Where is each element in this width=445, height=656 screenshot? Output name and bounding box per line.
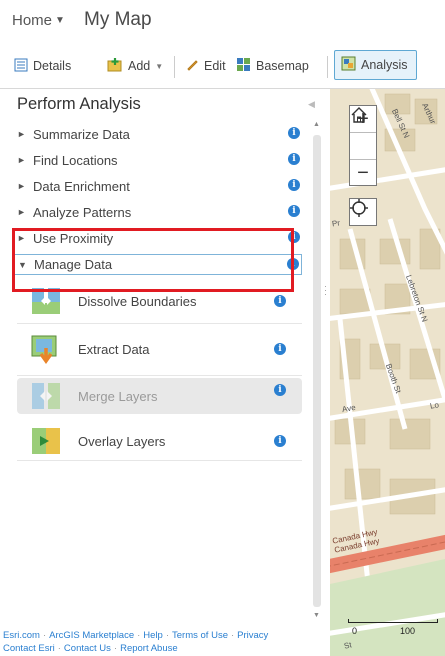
scale-start-label: 0 xyxy=(352,626,358,636)
caret-down-icon: ▼ xyxy=(155,61,164,71)
category-manage-data[interactable]: ▼ Manage Data i xyxy=(14,254,302,275)
scale-end-label: 100 xyxy=(400,626,416,636)
info-icon[interactable]: i xyxy=(288,127,300,139)
tool-label: Dissolve Boundaries xyxy=(78,293,197,309)
edit-label: Edit xyxy=(204,59,226,73)
footer-link-marketplace[interactable]: ArcGIS Marketplace xyxy=(49,630,134,641)
tool-divider xyxy=(17,323,302,324)
details-label: Details xyxy=(33,59,72,73)
locate-button[interactable] xyxy=(349,198,377,226)
category-label: Use Proximity xyxy=(33,230,114,246)
tool-overlay-layers[interactable]: Overlay Layers i xyxy=(17,421,302,461)
street-label: Lo xyxy=(429,400,440,411)
pencil-icon xyxy=(186,58,199,74)
tool-label: Overlay Layers xyxy=(78,433,166,449)
basemap-button[interactable]: Basemap xyxy=(236,52,309,80)
zoom-controls: + − xyxy=(349,105,377,186)
chevron-right-icon: ► xyxy=(17,129,26,139)
chevron-right-icon: ► xyxy=(17,233,26,243)
category-find-locations[interactable]: ► Find Locations i xyxy=(17,149,302,171)
footer-link-privacy[interactable]: Privacy xyxy=(237,630,268,641)
overlay-layers-icon xyxy=(31,426,61,456)
toolbar-divider xyxy=(174,56,175,78)
footer-link-esri[interactable]: Esri.com xyxy=(3,630,40,641)
chevron-right-icon: ► xyxy=(17,155,26,165)
category-analyze-patterns[interactable]: ► Analyze Patterns i xyxy=(17,201,302,223)
footer-links-row: Esri.com · ArcGIS Marketplace · Help · Terms o… xyxy=(3,630,269,641)
info-icon[interactable]: i xyxy=(274,384,286,396)
info-icon[interactable]: i xyxy=(287,258,299,270)
category-label: Analyze Patterns xyxy=(33,204,132,220)
panel-title: Perform Analysis xyxy=(17,95,141,113)
home-icon xyxy=(351,107,367,123)
analysis-button[interactable]: Analysis xyxy=(334,50,417,80)
category-label: Manage Data xyxy=(34,257,113,272)
analysis-icon xyxy=(341,56,356,74)
chevron-down-icon: ▼ xyxy=(18,259,27,270)
tool-extract-data[interactable]: Extract Data i xyxy=(17,329,302,369)
edit-button[interactable]: Edit xyxy=(186,52,226,80)
scroll-up-icon[interactable]: ▲ xyxy=(313,121,320,128)
caret-down-icon: ▼ xyxy=(55,15,65,26)
footer-link-contact-us[interactable]: Contact Us xyxy=(64,643,111,654)
add-layer-icon xyxy=(107,57,123,75)
info-icon[interactable]: i xyxy=(288,231,300,243)
toolbar: Details Add ▼ Edit Basemap Analysis xyxy=(0,50,445,86)
scale-bar xyxy=(348,619,438,623)
map-title: My Map xyxy=(84,9,152,30)
analysis-label: Analysis xyxy=(361,58,408,72)
locate-icon xyxy=(350,199,368,217)
info-icon[interactable]: i xyxy=(274,343,286,355)
header: Home ▼ My Map xyxy=(0,0,445,44)
footer-link-report-abuse[interactable]: Report Abuse xyxy=(120,643,178,654)
info-icon[interactable]: i xyxy=(288,179,300,191)
scroll-down-icon[interactable]: ▼ xyxy=(313,612,320,619)
map-view[interactable]: Bell St N Arthur Lebreton St N Booth St … xyxy=(330,89,445,656)
footer-link-help[interactable]: Help xyxy=(143,630,163,641)
category-data-enrichment[interactable]: ► Data Enrichment i xyxy=(17,175,302,197)
home-extent-button[interactable] xyxy=(350,107,376,160)
panel-resize-handle[interactable]: · · · xyxy=(324,282,327,299)
home-menu[interactable]: Home ▼ xyxy=(12,12,65,29)
details-icon xyxy=(14,58,28,75)
info-icon[interactable]: i xyxy=(288,153,300,165)
category-label: Find Locations xyxy=(33,152,118,168)
chevron-right-icon: ► xyxy=(17,207,26,217)
footer-link-terms[interactable]: Terms of Use xyxy=(172,630,228,641)
street-label: St xyxy=(343,640,353,651)
analysis-panel: Perform Analysis ◀ ► Summarize Data i ► … xyxy=(0,89,330,626)
extract-data-icon xyxy=(31,334,61,365)
basemap-grid-icon xyxy=(236,57,251,75)
tool-divider xyxy=(17,460,302,461)
add-button[interactable]: Add ▼ xyxy=(107,52,163,80)
category-label: Data Enrichment xyxy=(33,178,130,194)
collapse-panel-icon[interactable]: ◀ xyxy=(308,99,315,110)
basemap-label: Basemap xyxy=(256,59,309,73)
street-label: Pr xyxy=(331,218,341,229)
panel-scrollbar[interactable]: ▲ ▼ xyxy=(312,121,322,626)
merge-layers-icon xyxy=(31,381,61,411)
chevron-right-icon: ► xyxy=(17,181,26,191)
category-label: Summarize Data xyxy=(33,126,130,142)
dissolve-boundaries-icon xyxy=(31,286,61,316)
scroll-thumb[interactable] xyxy=(313,135,321,607)
add-label: Add xyxy=(128,59,151,73)
info-icon[interactable]: i xyxy=(274,435,286,447)
home-label: Home xyxy=(12,12,53,29)
category-summarize-data[interactable]: ► Summarize Data i xyxy=(17,123,302,145)
zoom-out-button[interactable]: − xyxy=(350,160,376,187)
tool-dissolve-boundaries[interactable]: Dissolve Boundaries i xyxy=(17,281,302,321)
toolbar-divider xyxy=(327,56,328,78)
footer-link-contact-esri[interactable]: Contact Esri xyxy=(3,643,55,654)
tool-divider xyxy=(17,375,302,376)
tool-label: Extract Data xyxy=(78,341,150,357)
info-icon[interactable]: i xyxy=(274,295,286,307)
footer-links-row: Contact Esri · Contact Us · Report Abuse xyxy=(3,643,178,654)
tool-label: Merge Layers xyxy=(78,388,158,404)
info-icon[interactable]: i xyxy=(288,205,300,217)
tool-merge-layers[interactable]: Merge Layers i xyxy=(17,378,302,414)
category-use-proximity[interactable]: ► Use Proximity i xyxy=(17,227,302,249)
details-button[interactable]: Details xyxy=(14,52,71,80)
